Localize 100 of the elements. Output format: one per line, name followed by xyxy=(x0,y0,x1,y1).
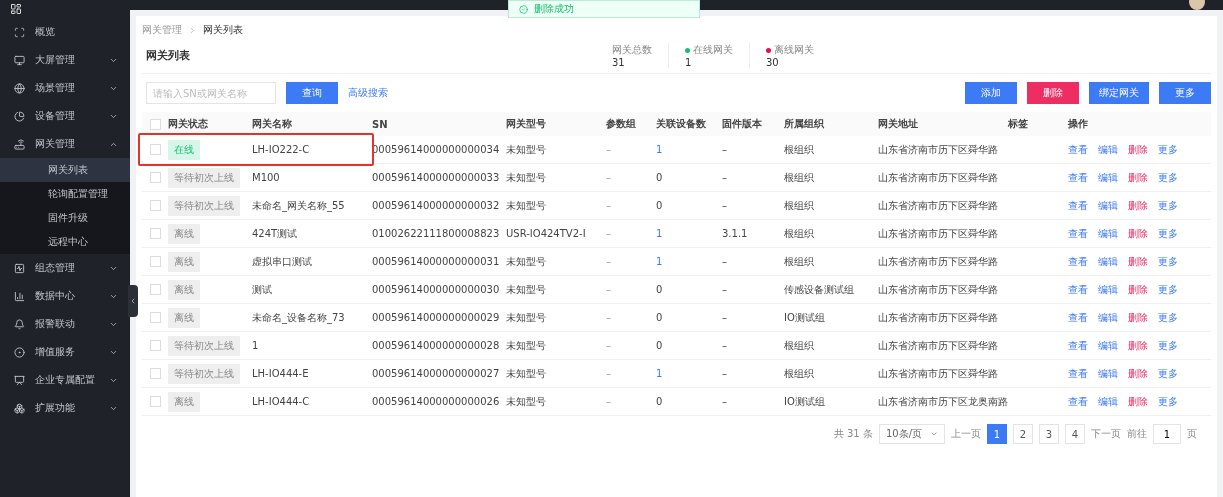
row-action-link[interactable]: 查看 xyxy=(1068,226,1088,241)
advanced-search-link[interactable]: 高级搜索 xyxy=(348,86,388,100)
action-button[interactable]: 绑定网关 xyxy=(1089,82,1149,104)
row-action-link[interactable]: 编辑 xyxy=(1098,170,1118,185)
row-action-link[interactable]: 更多 xyxy=(1158,366,1178,381)
row-action-link[interactable]: 更多 xyxy=(1158,282,1178,297)
row-action-link[interactable]: 删除 xyxy=(1128,198,1148,213)
row-action-link[interactable]: 编辑 xyxy=(1098,142,1118,157)
menu-item[interactable]: 场景管理 xyxy=(0,74,130,102)
row-action-link[interactable]: 删除 xyxy=(1128,338,1148,353)
checkbox[interactable] xyxy=(150,256,161,267)
status-tag: 离线 xyxy=(168,223,200,244)
row-action-link[interactable]: 查看 xyxy=(1068,170,1088,185)
checkbox[interactable] xyxy=(150,172,161,183)
search-button[interactable]: 查询 xyxy=(286,82,338,104)
row-action-link[interactable]: 删除 xyxy=(1128,254,1148,269)
total-count: 共 31 条 xyxy=(833,427,873,441)
row-action-link[interactable]: 更多 xyxy=(1158,338,1178,353)
next-page-link[interactable]: 下一页 xyxy=(1091,427,1121,441)
row-action-link[interactable]: 查看 xyxy=(1068,282,1088,297)
circle-icon xyxy=(14,346,25,358)
row-action-link[interactable]: 编辑 xyxy=(1098,282,1118,297)
row-action-link[interactable]: 查看 xyxy=(1068,310,1088,325)
row-action-link[interactable]: 编辑 xyxy=(1098,366,1118,381)
row-action-link[interactable]: 更多 xyxy=(1158,170,1178,185)
table-cell-text: LH-IO444-C xyxy=(252,396,311,407)
row-action-link[interactable]: 更多 xyxy=(1158,254,1178,269)
menu-item[interactable]: 报警联动 xyxy=(0,310,130,338)
menu-item[interactable]: 概览 xyxy=(0,18,130,46)
table-cell-text: LH-IO444-E xyxy=(252,368,310,379)
page-button[interactable]: 3 xyxy=(1039,424,1059,444)
page-button[interactable]: 1 xyxy=(987,424,1007,444)
row-action-link[interactable]: 更多 xyxy=(1158,226,1178,241)
menu-item[interactable]: 大屏管理 xyxy=(0,46,130,74)
row-action-link[interactable]: 查看 xyxy=(1068,366,1088,381)
page-size-select[interactable]: 10条/页 xyxy=(878,424,945,444)
page-button[interactable]: 2 xyxy=(1013,424,1033,444)
table-cell-text: 未知型号 xyxy=(506,198,547,213)
row-action-link[interactable]: 删除 xyxy=(1128,142,1148,157)
table-cell-text: 0 xyxy=(656,312,664,323)
action-button[interactable]: 添加 xyxy=(965,82,1017,104)
row-action-link[interactable]: 更多 xyxy=(1158,394,1178,409)
row-action-link[interactable]: 编辑 xyxy=(1098,310,1118,325)
menu-item[interactable]: 设备管理 xyxy=(0,102,130,130)
action-button[interactable]: 更多 xyxy=(1159,82,1211,104)
row-action-link[interactable]: 查看 xyxy=(1068,394,1088,409)
table-cell-text: – xyxy=(606,144,612,155)
row-action-link[interactable]: 查看 xyxy=(1068,198,1088,213)
breadcrumb-link[interactable]: 网关管理 xyxy=(142,23,182,37)
checkbox[interactable] xyxy=(150,118,161,130)
page-button[interactable]: 4 xyxy=(1065,424,1085,444)
checkbox[interactable] xyxy=(150,340,161,351)
submenu-item[interactable]: 网关列表 xyxy=(0,158,130,182)
submenu-item[interactable]: 轮询配置管理 xyxy=(0,182,130,206)
column-header: 操作 xyxy=(1068,117,1089,131)
row-action-link[interactable]: 查看 xyxy=(1068,142,1088,157)
bar-chart-icon xyxy=(14,290,25,302)
row-action-link[interactable]: 更多 xyxy=(1158,198,1178,213)
row-action-link[interactable]: 删除 xyxy=(1128,394,1148,409)
checkbox[interactable] xyxy=(150,200,161,211)
row-action-link[interactable]: 删除 xyxy=(1128,366,1148,381)
checkbox[interactable] xyxy=(150,144,161,155)
row-action-link[interactable]: 编辑 xyxy=(1098,394,1118,409)
row-action-link[interactable]: 编辑 xyxy=(1098,226,1118,241)
row-action-link[interactable]: 删除 xyxy=(1128,170,1148,185)
menu-item[interactable]: 增值服务 xyxy=(0,338,130,366)
table-cell-text: 虚拟串口测试 xyxy=(252,254,313,269)
checkbox[interactable] xyxy=(150,312,161,323)
search-field[interactable]: 请输入SN或网关名称 xyxy=(146,82,276,104)
checkbox[interactable] xyxy=(150,368,161,379)
breadcrumb-link[interactable]: 网关列表 xyxy=(203,23,243,37)
table-cell-text: 山东省济南市历下区舜华路 xyxy=(878,198,999,213)
menu-item[interactable]: 企业专属配置 xyxy=(0,366,130,394)
table-cell: 山东省济南市历下区龙奥南路 xyxy=(878,394,1008,409)
checkbox[interactable] xyxy=(150,284,161,295)
row-action-link[interactable]: 更多 xyxy=(1158,142,1178,157)
checkbox[interactable] xyxy=(150,396,161,407)
prev-page-link[interactable]: 上一页 xyxy=(951,427,981,441)
table-cell-text: 0 xyxy=(656,340,664,351)
row-action-link[interactable]: 删除 xyxy=(1128,282,1148,297)
action-button[interactable]: 删除 xyxy=(1027,82,1079,104)
row-action-link[interactable]: 编辑 xyxy=(1098,254,1118,269)
row-action-link[interactable]: 查看 xyxy=(1068,338,1088,353)
table-cell-text: – xyxy=(606,284,612,295)
checkbox[interactable] xyxy=(150,228,161,239)
table-cell-text: – xyxy=(722,340,728,351)
menu-item[interactable]: 数据中心 xyxy=(0,282,130,310)
row-action-link[interactable]: 删除 xyxy=(1128,226,1148,241)
menu-item[interactable]: 扩展功能 xyxy=(0,394,130,422)
row-action-link[interactable]: 编辑 xyxy=(1098,198,1118,213)
row-action-link[interactable]: 删除 xyxy=(1128,310,1148,325)
page-input[interactable]: 1 xyxy=(1153,424,1181,444)
menu-item[interactable]: 网关管理 xyxy=(0,130,130,158)
row-action-link[interactable]: 更多 xyxy=(1158,310,1178,325)
submenu-item[interactable]: 固件升级 xyxy=(0,206,130,230)
collapse-handle[interactable] xyxy=(128,285,138,317)
menu-item[interactable]: 组态管理 xyxy=(0,254,130,282)
submenu-item[interactable]: 远程中心 xyxy=(0,230,130,254)
row-action-link[interactable]: 编辑 xyxy=(1098,338,1118,353)
row-action-link[interactable]: 查看 xyxy=(1068,254,1088,269)
